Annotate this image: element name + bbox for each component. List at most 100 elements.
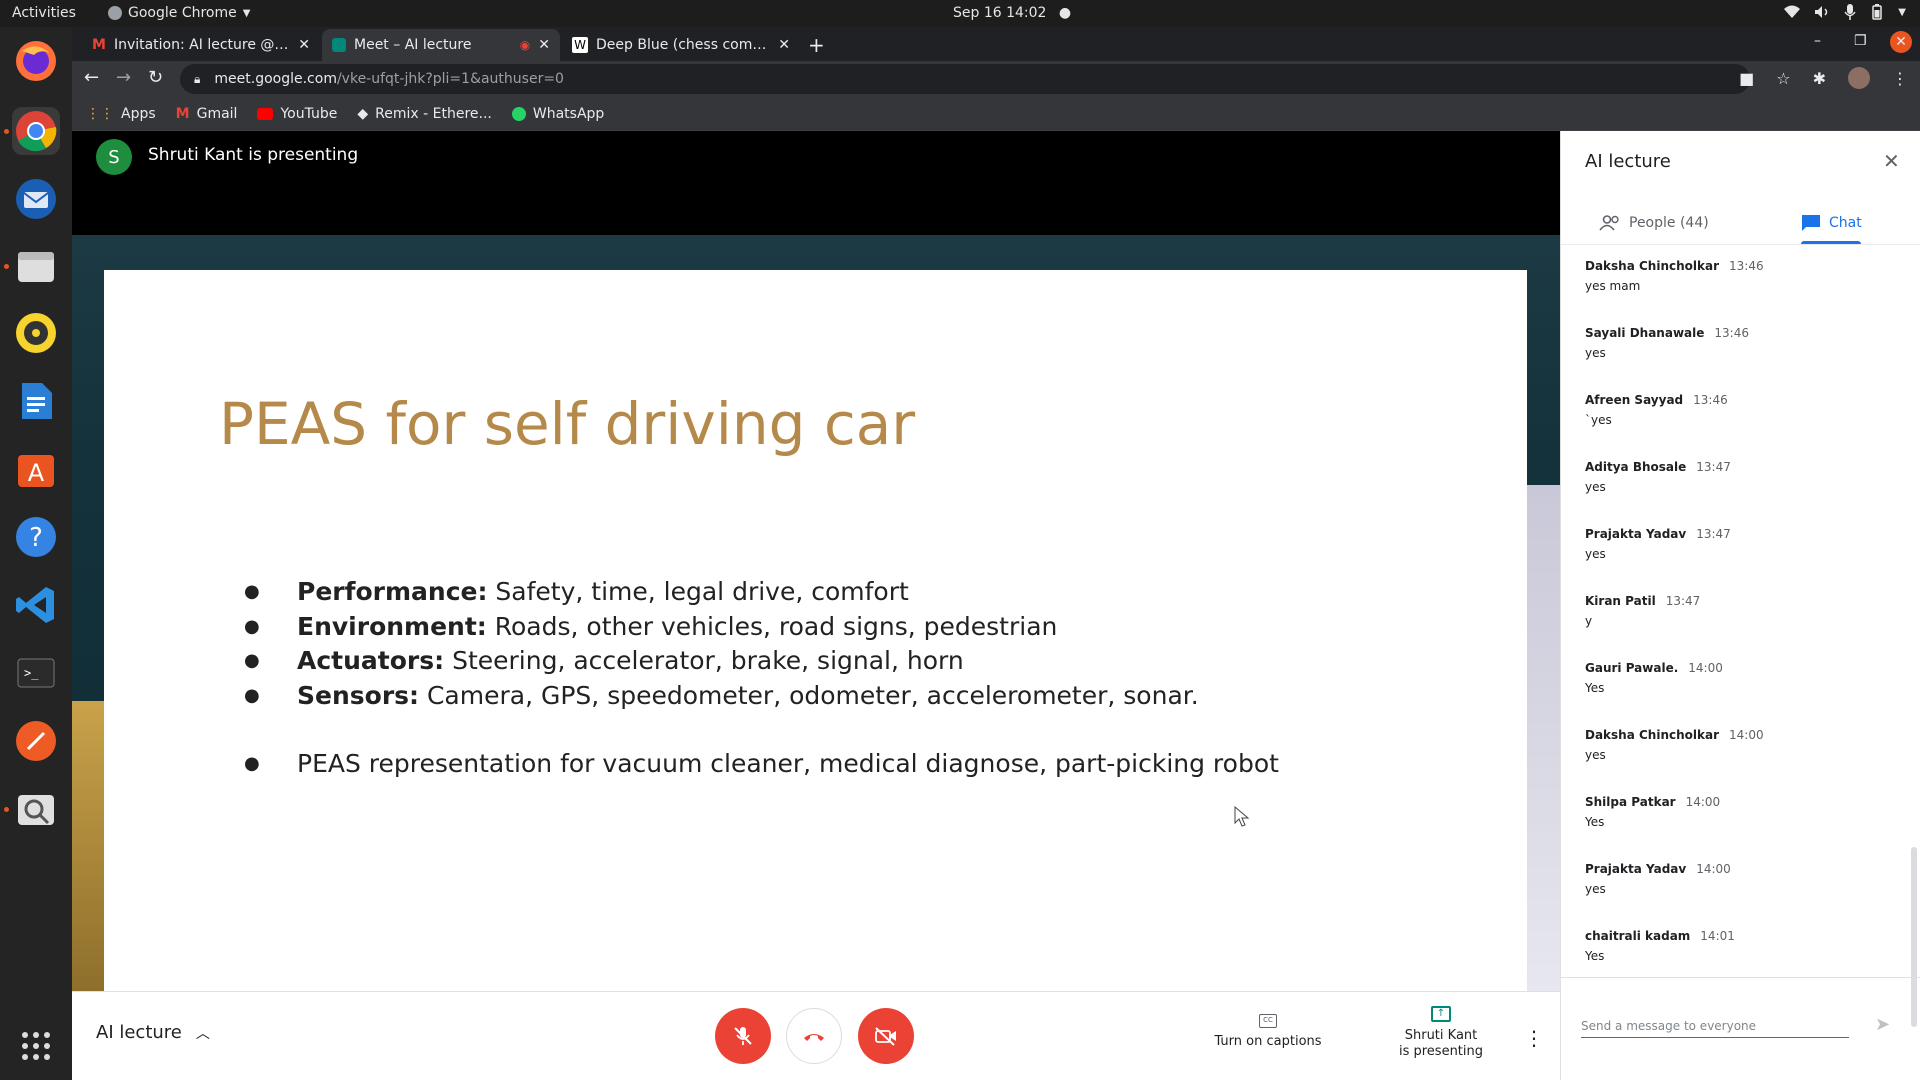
chat-message: Gauri Pawale. 14:00 Yes (1585, 661, 1723, 695)
tab-chat[interactable]: Chat (1801, 203, 1862, 243)
profile-avatar[interactable] (1848, 67, 1870, 89)
clock[interactable]: Sep 16 14:02 ● (953, 5, 1071, 21)
message-sender: Sayali Dhanawale (1585, 326, 1705, 340)
address-bar[interactable]: 🔒︎ meet.google.com /vke-ufqt-jhk?pli=1&a… (180, 64, 1750, 94)
message-text: yes mam (1585, 279, 1641, 293)
bookmark-gmail[interactable]: M Gmail (176, 106, 238, 122)
terminal-icon[interactable]: >_ (12, 649, 60, 697)
meet-icon (332, 38, 346, 52)
more-options-icon[interactable]: ⋮ (1524, 1026, 1544, 1050)
message-sender: Afreen Sayyad (1585, 393, 1684, 407)
forward-icon[interactable]: → (116, 67, 131, 88)
back-icon[interactable]: ← (84, 67, 99, 88)
message-time: 14:00 (1729, 728, 1764, 742)
tab-strip: M Invitation: AI lecture @ W ✕ Meet – AI… (72, 27, 1920, 61)
tab-people-label: People (44) (1629, 215, 1709, 231)
presenter-avatar: S (96, 139, 132, 175)
presenting-label-line1: Shruti Kant (1404, 1028, 1478, 1043)
libreoffice-writer-icon[interactable] (12, 377, 60, 425)
message-text: yes (1585, 882, 1606, 896)
bookmark-whatsapp[interactable]: WhatsApp (511, 105, 605, 122)
message-sender: Kiran Patil (1585, 594, 1656, 608)
tab-meet[interactable]: Meet – AI lecture ◉ ✕ (322, 29, 560, 61)
chrome-icon[interactable] (12, 107, 60, 155)
slide-bullet-list: Performance: Safety, time, legal drive, … (244, 575, 1279, 782)
bookmark-label: WhatsApp (532, 105, 605, 122)
bookmark-youtube[interactable]: YouTube (257, 106, 337, 122)
bookmark-star-icon[interactable]: ☆ (1776, 69, 1790, 88)
app-menu[interactable]: Google Chrome ▼ (108, 5, 250, 21)
chat-message: Prajakta Yadav 14:00 yes (1585, 862, 1731, 896)
message-time: 13:47 (1696, 527, 1731, 541)
send-icon[interactable]: ➤ (1875, 1014, 1890, 1035)
bookmark-label: Gmail (196, 105, 238, 122)
bookmark-remix[interactable]: ◆ Remix - Ethere... (357, 106, 492, 122)
chat-messages[interactable]: Daksha Chincholkar 13:46 yes mam Sayali D… (1561, 245, 1920, 977)
minimize-icon[interactable]: – (1814, 33, 1821, 49)
software-center-icon[interactable]: A (12, 445, 60, 493)
message-sender: Aditya Bhosale (1585, 460, 1687, 474)
chat-message-input[interactable] (1581, 1014, 1849, 1038)
close-window-icon[interactable]: ✕ (1890, 31, 1912, 53)
slide-bullet: Actuators: Steering, accelerator, brake,… (244, 644, 1279, 679)
new-tab-button[interactable]: + (808, 33, 825, 57)
vscode-icon[interactable] (12, 581, 60, 629)
message-sender: Daksha Chincholkar (1585, 728, 1720, 742)
tab-people[interactable]: People (44) (1599, 203, 1709, 243)
chat-message: Daksha Chincholkar 13:46 yes mam (1585, 259, 1764, 293)
system-tray[interactable]: ▼ (1784, 4, 1906, 20)
chat-message: Afreen Sayyad 13:46 `yes (1585, 393, 1728, 427)
gmail-icon: M (92, 37, 106, 53)
captions-button[interactable]: CC Turn on captions (1208, 1014, 1328, 1050)
screenshot-viewer-icon[interactable] (12, 785, 60, 833)
tab-gmail-invitation[interactable]: M Invitation: AI lecture @ W ✕ (82, 29, 320, 61)
message-sender: Prajakta Yadav (1585, 862, 1687, 876)
files-icon[interactable] (12, 242, 60, 290)
close-panel-icon[interactable]: ✕ (1883, 149, 1900, 173)
activities-button[interactable]: Activities (12, 5, 76, 21)
mouse-pointer-icon (1234, 806, 1250, 827)
message-time: 14:00 (1685, 795, 1721, 809)
postman-icon[interactable] (12, 717, 60, 765)
show-apps-icon[interactable] (12, 1022, 60, 1070)
message-sender: Daksha Chincholkar (1585, 259, 1720, 273)
presenting-button[interactable]: ↑ Shruti Kant is presenting (1376, 1006, 1506, 1060)
thunderbird-icon[interactable] (12, 175, 60, 223)
meeting-controls-bar: AI lecture ︿ CC Turn on captions ↑ Shrut… (72, 991, 1560, 1080)
reload-icon[interactable]: ↻ (148, 67, 163, 88)
gmail-icon: M (175, 105, 190, 122)
restore-icon[interactable]: ❐ (1854, 33, 1867, 49)
microphone-off-button[interactable] (715, 1008, 771, 1064)
close-tab-icon[interactable]: ✕ (298, 37, 310, 53)
chat-message: chaitrali kadam 14:01 Yes (1585, 929, 1735, 963)
files-running-indicator (4, 264, 9, 269)
message-text: yes (1585, 480, 1606, 494)
whatsapp-icon (511, 106, 526, 121)
help-icon[interactable]: ? (12, 513, 60, 561)
rhythmbox-icon[interactable] (12, 309, 60, 357)
svg-text:?: ? (29, 523, 43, 553)
close-tab-icon[interactable]: ✕ (778, 37, 790, 53)
leave-call-button[interactable] (786, 1008, 842, 1064)
message-sender: chaitrali kadam (1585, 929, 1691, 943)
meeting-details-button[interactable]: AI lecture ︿ (96, 1022, 210, 1043)
presenter-bar: S Shruti Kant is presenting (72, 131, 1560, 231)
microphone-icon (1844, 4, 1856, 20)
tab-wikipedia-deep-blue[interactable]: W Deep Blue (chess computer) ✕ (562, 29, 800, 61)
message-text: yes (1585, 346, 1606, 360)
message-text: `yes (1585, 413, 1612, 427)
message-text: Yes (1585, 815, 1605, 829)
chrome-menu-icon[interactable]: ⋮ (1892, 69, 1908, 88)
bookmark-label: YouTube (280, 105, 338, 122)
bullet-text: Steering, accelerator, brake, signal, ho… (444, 646, 964, 675)
firefox-icon[interactable] (12, 37, 60, 85)
presenting-label-line2: is presenting (1398, 1044, 1484, 1059)
bookmark-label: Remix - Ethere... (375, 105, 492, 122)
camera-off-button[interactable] (858, 1008, 914, 1064)
message-sender: Gauri Pawale. (1585, 661, 1679, 675)
camera-in-use-icon[interactable]: ■ (1739, 69, 1754, 88)
bookmark-apps[interactable]: ⋮⋮ Apps (86, 106, 156, 122)
clock-label: Sep 16 14:02 (953, 5, 1047, 21)
extensions-icon[interactable]: ✱ (1813, 69, 1826, 88)
close-tab-icon[interactable]: ✕ (538, 37, 550, 53)
